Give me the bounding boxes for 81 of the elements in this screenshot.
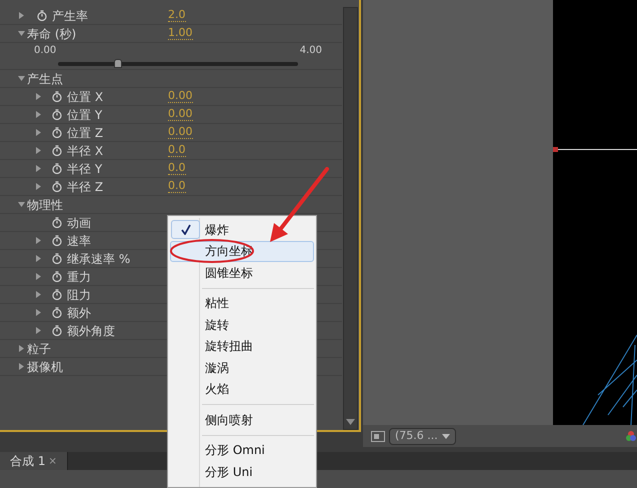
menu-item[interactable]: 分形 Omni	[170, 440, 314, 461]
property-label: 重力	[67, 268, 91, 286]
collapsed-triangle-icon[interactable]	[35, 291, 42, 298]
stopwatch-icon[interactable]	[52, 217, 62, 228]
zoom-dropdown[interactable]: (75.6 ...	[389, 428, 456, 444]
collapsed-triangle-icon[interactable]	[35, 111, 42, 118]
collapsed-triangle-icon[interactable]	[35, 183, 42, 190]
collapsed-triangle-icon[interactable]	[18, 345, 25, 352]
menu-item[interactable]: 侧向喷射	[170, 409, 314, 430]
property-label: 阻力	[67, 286, 91, 304]
slider-min-label: 0.00	[34, 44, 56, 58]
property-value[interactable]: 1.00	[168, 27, 192, 40]
property-label: 动画	[67, 214, 91, 232]
collapsed-triangle-icon[interactable]	[35, 165, 42, 172]
expanded-triangle-icon[interactable]	[18, 75, 25, 82]
collapsed-triangle-icon[interactable]	[35, 309, 42, 316]
property-label: 位置 X	[67, 88, 104, 106]
property-label: 额外	[67, 304, 91, 322]
stopwatch-icon[interactable]	[52, 289, 62, 300]
stopwatch-icon[interactable]	[52, 91, 62, 102]
property-label: 物理性	[27, 196, 63, 214]
stopwatch-icon[interactable]	[52, 181, 62, 192]
property-value[interactable]: 0.0	[168, 144, 186, 157]
property-label: 速率	[67, 232, 91, 250]
collapsed-triangle-icon[interactable]	[18, 12, 25, 19]
slider-track[interactable]	[58, 62, 298, 66]
property-label: 继承速率 %	[67, 250, 130, 268]
stopwatch-icon[interactable]	[52, 109, 62, 120]
stopwatch-icon[interactable]	[52, 127, 62, 138]
property-value[interactable]: 0.00	[168, 126, 192, 139]
composition-tab[interactable]: 合成 1 ×	[0, 452, 68, 470]
property-label: 半径 Z	[67, 178, 104, 196]
scrollbar[interactable]	[343, 7, 358, 430]
menu-item[interactable]: 分形 Uni	[170, 461, 314, 482]
collapsed-triangle-icon[interactable]	[35, 93, 42, 100]
collapsed-triangle-icon[interactable]	[35, 147, 42, 154]
property-value[interactable]: 0.00	[168, 108, 192, 121]
down-arrow-icon[interactable]	[346, 419, 355, 425]
property-value[interactable]: 2.0	[168, 9, 186, 22]
stopwatch-icon[interactable]	[52, 163, 62, 174]
slider-thumb[interactable]	[114, 59, 122, 68]
menu-item[interactable]: 火焰	[170, 378, 314, 400]
collapsed-triangle-icon[interactable]	[35, 129, 42, 136]
slider-max-label: 4.00	[300, 44, 322, 58]
collapsed-triangle-icon[interactable]	[35, 237, 42, 244]
menu-item[interactable]: 旋转	[170, 314, 314, 336]
stopwatch-icon[interactable]	[37, 10, 47, 21]
collapsed-triangle-icon[interactable]	[35, 255, 42, 262]
stopwatch-icon[interactable]	[52, 253, 62, 264]
tab-label: 合成 1	[10, 453, 46, 470]
property-label: 粒子	[27, 340, 51, 358]
stopwatch-icon[interactable]	[52, 271, 62, 282]
color-channels-icon[interactable]	[626, 431, 636, 441]
property-value[interactable]: 0.0	[168, 180, 186, 193]
collapsed-triangle-icon[interactable]	[35, 327, 42, 334]
property-value[interactable]: 0.00	[168, 90, 192, 103]
region-icon[interactable]	[371, 430, 385, 442]
property-label: 额外角度	[67, 322, 115, 340]
collapsed-triangle-icon[interactable]	[35, 273, 42, 280]
property-value[interactable]: 0.0	[168, 162, 186, 175]
property-label: 位置 Z	[67, 124, 104, 142]
menu-item[interactable]: 爆炸	[170, 219, 314, 240]
expanded-triangle-icon[interactable]	[18, 201, 25, 208]
stopwatch-icon[interactable]	[52, 307, 62, 318]
menu-item[interactable]: 圆锥坐标	[170, 262, 314, 284]
collapsed-triangle-icon[interactable]	[18, 363, 25, 370]
property-label: 位置 Y	[67, 106, 102, 124]
stopwatch-icon[interactable]	[52, 235, 62, 246]
property-label: 产生率	[52, 8, 88, 24]
menu-item[interactable]: 旋转扭曲	[170, 336, 314, 357]
caret-icon	[442, 434, 450, 438]
property-label: 寿命 (秒)	[27, 26, 76, 42]
property-label: 产生点	[27, 70, 63, 88]
property-label: 半径 X	[67, 142, 104, 160]
property-label: 半径 Y	[67, 160, 102, 178]
expanded-triangle-icon[interactable]	[18, 30, 25, 37]
property-label: 摄像机	[27, 358, 63, 376]
menu-item[interactable]: 漩涡	[170, 357, 314, 378]
stopwatch-icon[interactable]	[52, 325, 62, 336]
menu-item[interactable]: 粘性	[170, 292, 314, 314]
stopwatch-icon[interactable]	[52, 145, 62, 156]
